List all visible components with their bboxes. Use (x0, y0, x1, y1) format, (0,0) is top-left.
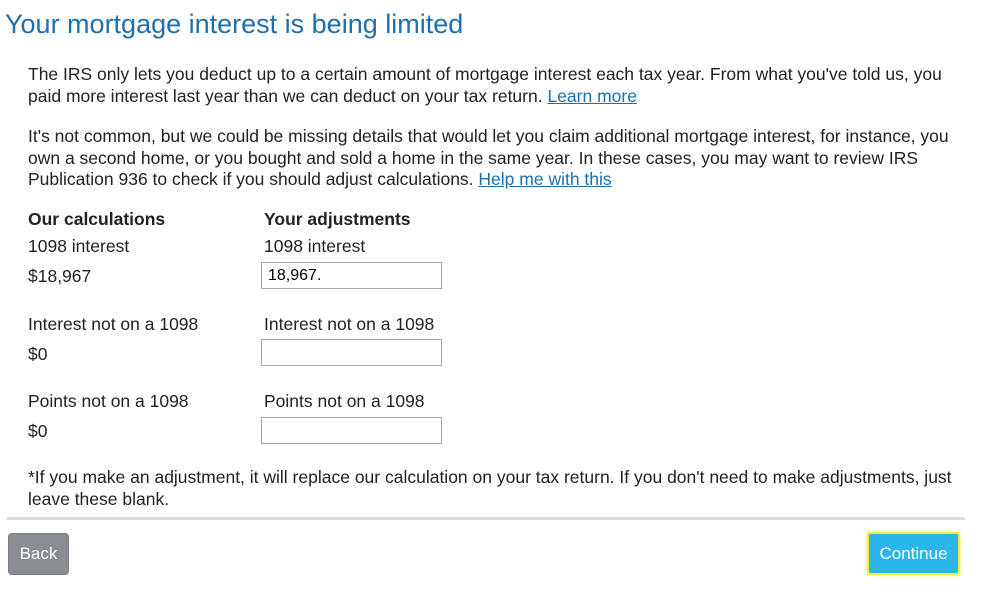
our-calculations-heading: Our calculations (28, 209, 166, 229)
footer-divider (7, 517, 965, 520)
adjust-points-not-on-1098-input[interactable] (261, 417, 442, 444)
help-me-link[interactable]: Help me with this (478, 169, 611, 189)
page-title: Your mortgage interest is being limited (5, 9, 464, 39)
adjust-label-points-not-on-1098: Points not on a 1098 (264, 391, 425, 411)
back-button[interactable]: Back (8, 533, 69, 575)
adjust-label-1098-interest: 1098 interest (264, 236, 366, 256)
learn-more-link[interactable]: Learn more (547, 86, 637, 106)
calc-label-points-not-on-1098: Points not on a 1098 (28, 391, 189, 411)
calc-label-interest-not-on-1098: Interest not on a 1098 (28, 314, 199, 334)
adjust-interest-not-on-1098-input[interactable] (261, 339, 442, 366)
calc-value-interest-not-on-1098: $0 (28, 344, 48, 364)
mortgage-interest-page: Your mortgage interest is being limited … (0, 0, 999, 594)
calc-value-1098-interest: $18,967 (28, 266, 92, 286)
details-paragraph: It's not common, but we could be missing… (28, 126, 958, 191)
calc-value-points-not-on-1098: $0 (28, 421, 48, 441)
calc-label-1098-interest: 1098 interest (28, 236, 130, 256)
intro-text: The IRS only lets you deduct up to a cer… (28, 64, 942, 106)
intro-paragraph: The IRS only lets you deduct up to a cer… (28, 64, 958, 107)
adjust-label-interest-not-on-1098: Interest not on a 1098 (264, 314, 435, 334)
adjust-1098-interest-input[interactable] (261, 262, 442, 289)
your-adjustments-heading: Your adjustments (264, 209, 411, 229)
footnote: *If you make an adjustment, it will repl… (28, 467, 952, 509)
continue-button[interactable]: Continue (867, 532, 960, 575)
